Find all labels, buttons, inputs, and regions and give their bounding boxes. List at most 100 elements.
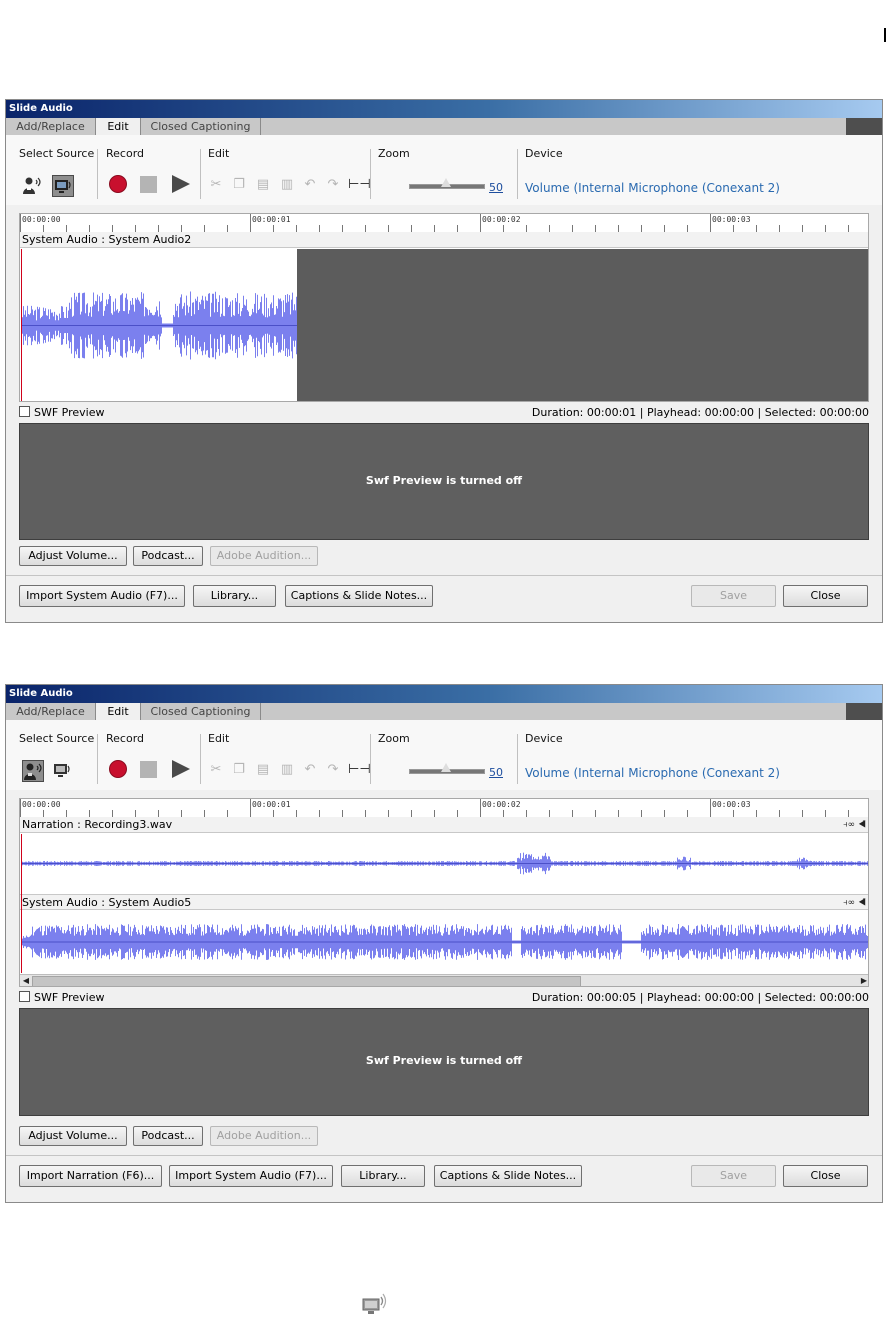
adjust-volume-button[interactable]: Adjust Volume... — [19, 1126, 127, 1146]
track-controls: ⫞∞ ◀ͯ — [843, 895, 866, 911]
slide-audio-dialog-single-track: Slide Audio Add/Replace Edit Closed Capt… — [5, 99, 883, 623]
redo-icon[interactable]: ↷ — [325, 177, 341, 193]
paste-icon[interactable]: ▤ — [255, 762, 271, 778]
timeline[interactable]: 00:00:00 00:00:01 00:00:02 00:00:03 Narr… — [19, 798, 869, 987]
track-title: System Audio : System Audio5 — [22, 896, 192, 909]
podcast-button[interactable]: Podcast... — [133, 1126, 203, 1146]
narration-source-button[interactable] — [22, 760, 44, 782]
swf-preview-checkbox[interactable] — [19, 991, 30, 1002]
system-audio-waveform — [21, 924, 868, 960]
system-audio-source-button[interactable] — [52, 175, 74, 197]
import-system-audio-button[interactable]: Import System Audio (F7)... — [169, 1165, 333, 1187]
stop-icon[interactable] — [140, 761, 157, 778]
device-value[interactable]: Volume (Internal Microphone (Conexant 2) — [525, 181, 780, 195]
tab-strip-fill — [261, 118, 846, 135]
track-header[interactable]: System Audio : System Audio2 — [20, 232, 868, 248]
play-icon[interactable] — [172, 175, 190, 193]
status-row: SWF Preview Duration: 00:00:05 | Playhea… — [19, 990, 869, 1006]
record-icon[interactable] — [109, 175, 127, 193]
undo-icon[interactable]: ↶ — [302, 177, 318, 193]
adjust-volume-button[interactable]: Adjust Volume... — [19, 546, 127, 566]
copy-icon[interactable]: ❐ — [231, 177, 247, 193]
ruler-label: 00:00:02 — [482, 215, 521, 224]
insert-silence-icon[interactable]: ⊢⊣ — [348, 762, 371, 778]
delete-icon[interactable]: ▥ — [279, 762, 295, 778]
narration-source-button[interactable] — [22, 175, 44, 197]
mute-icon[interactable]: ◀ͯ — [858, 820, 866, 830]
tab-edit[interactable]: Edit — [96, 118, 141, 136]
captions-slide-notes-button[interactable]: Captions & Slide Notes... — [285, 585, 433, 607]
track-settings-icon[interactable]: ⫞∞ — [843, 898, 855, 908]
swf-preview-label: SWF Preview — [34, 406, 105, 419]
toolbar: Select Source Record Edit ✂ ❐ ▤ ▥ ↶ ↷ ⊢⊣… — [6, 135, 882, 205]
scrollbar-thumb[interactable] — [32, 976, 581, 986]
tab-closed-captioning[interactable]: Closed Captioning — [141, 703, 261, 720]
ruler-label: 00:00:01 — [252, 215, 291, 224]
system-audio-source-icon — [55, 180, 71, 193]
scroll-right-icon[interactable]: ▶ — [858, 975, 868, 986]
toolbar-divider — [517, 734, 518, 784]
narration-track-header[interactable]: Narration : Recording3.wav ⫞∞ ◀ͯ — [20, 817, 868, 833]
system-audio-track[interactable] — [20, 249, 868, 401]
library-button[interactable]: Library... — [193, 585, 276, 607]
tab-strip-fill — [261, 703, 846, 720]
delete-icon[interactable]: ▥ — [279, 177, 295, 193]
record-icon[interactable] — [109, 760, 127, 778]
captions-slide-notes-button[interactable]: Captions & Slide Notes... — [434, 1165, 582, 1187]
insert-silence-icon[interactable]: ⊢⊣ — [348, 177, 371, 193]
cut-icon[interactable]: ✂ — [208, 177, 224, 193]
record-label: Record — [106, 147, 145, 160]
preview-message: Swf Preview is turned off — [365, 1054, 523, 1067]
tab-add-replace[interactable]: Add/Replace — [6, 118, 96, 135]
tab-edit[interactable]: Edit — [96, 703, 141, 721]
dialog-footer: Import System Audio (F7)... Library... C… — [6, 575, 882, 624]
time-ruler[interactable]: 00:00:00 00:00:01 00:00:02 00:00:03 — [20, 799, 868, 818]
stop-icon[interactable] — [140, 176, 157, 193]
playhead[interactable] — [21, 249, 22, 401]
system-audio-track[interactable] — [20, 911, 868, 973]
redo-icon[interactable]: ↷ — [325, 762, 341, 778]
duration-status: Duration: 00:00:05 | Playhead: 00:00:00 … — [531, 991, 869, 1004]
timeline-scrollbar[interactable]: ◀ ▶ — [20, 974, 868, 986]
tab-add-replace[interactable]: Add/Replace — [6, 703, 96, 720]
import-system-audio-button[interactable]: Import System Audio (F7)... — [19, 585, 185, 607]
playhead[interactable] — [21, 834, 22, 973]
zoom-slider-thumb[interactable] — [441, 763, 451, 772]
save-button[interactable]: Save — [691, 1165, 776, 1187]
slide-audio-dialog-two-tracks: Slide Audio Add/Replace Edit Closed Capt… — [5, 684, 883, 1203]
device-value[interactable]: Volume (Internal Microphone (Conexant 2) — [525, 766, 780, 780]
tab-closed-captioning[interactable]: Closed Captioning — [141, 118, 261, 135]
close-button[interactable]: Close — [783, 585, 868, 607]
adobe-audition-button[interactable]: Adobe Audition... — [210, 546, 318, 566]
toolbar-divider — [370, 149, 371, 199]
swf-preview-label: SWF Preview — [34, 991, 105, 1004]
zoom-slider-thumb[interactable] — [441, 178, 451, 187]
system-audio-track-header[interactable]: System Audio : System Audio5 ⫞∞ ◀ͯ — [20, 894, 868, 911]
narration-track[interactable] — [20, 834, 868, 893]
toolbar-divider — [97, 734, 98, 784]
undo-icon[interactable]: ↶ — [302, 762, 318, 778]
adobe-audition-button[interactable]: Adobe Audition... — [210, 1126, 318, 1146]
empty-track-region — [297, 249, 868, 401]
time-ruler[interactable]: 00:00:00 00:00:01 00:00:02 00:00:03 — [20, 214, 868, 233]
scroll-left-icon[interactable]: ◀ — [20, 975, 32, 986]
zoom-value[interactable]: 50 — [489, 766, 503, 779]
podcast-button[interactable]: Podcast... — [133, 546, 203, 566]
import-narration-button[interactable]: Import Narration (F6)... — [19, 1165, 162, 1187]
system-audio-source-button[interactable] — [52, 760, 74, 782]
device-label: Device — [525, 147, 563, 160]
narration-source-icon — [24, 763, 42, 780]
zoom-value[interactable]: 50 — [489, 181, 503, 194]
copy-icon[interactable]: ❐ — [231, 762, 247, 778]
cut-icon[interactable]: ✂ — [208, 762, 224, 778]
library-button[interactable]: Library... — [341, 1165, 425, 1187]
paste-icon[interactable]: ▤ — [255, 177, 271, 193]
mute-icon[interactable]: ◀ͯ — [858, 898, 866, 908]
close-button[interactable]: Close — [783, 1165, 868, 1187]
timeline[interactable]: 00:00:00 00:00:01 00:00:02 00:00:03 Syst… — [19, 213, 869, 402]
toolbar-divider — [370, 734, 371, 784]
play-icon[interactable] — [172, 760, 190, 778]
track-settings-icon[interactable]: ⫞∞ — [843, 820, 855, 830]
save-button[interactable]: Save — [691, 585, 776, 607]
swf-preview-checkbox[interactable] — [19, 406, 30, 417]
